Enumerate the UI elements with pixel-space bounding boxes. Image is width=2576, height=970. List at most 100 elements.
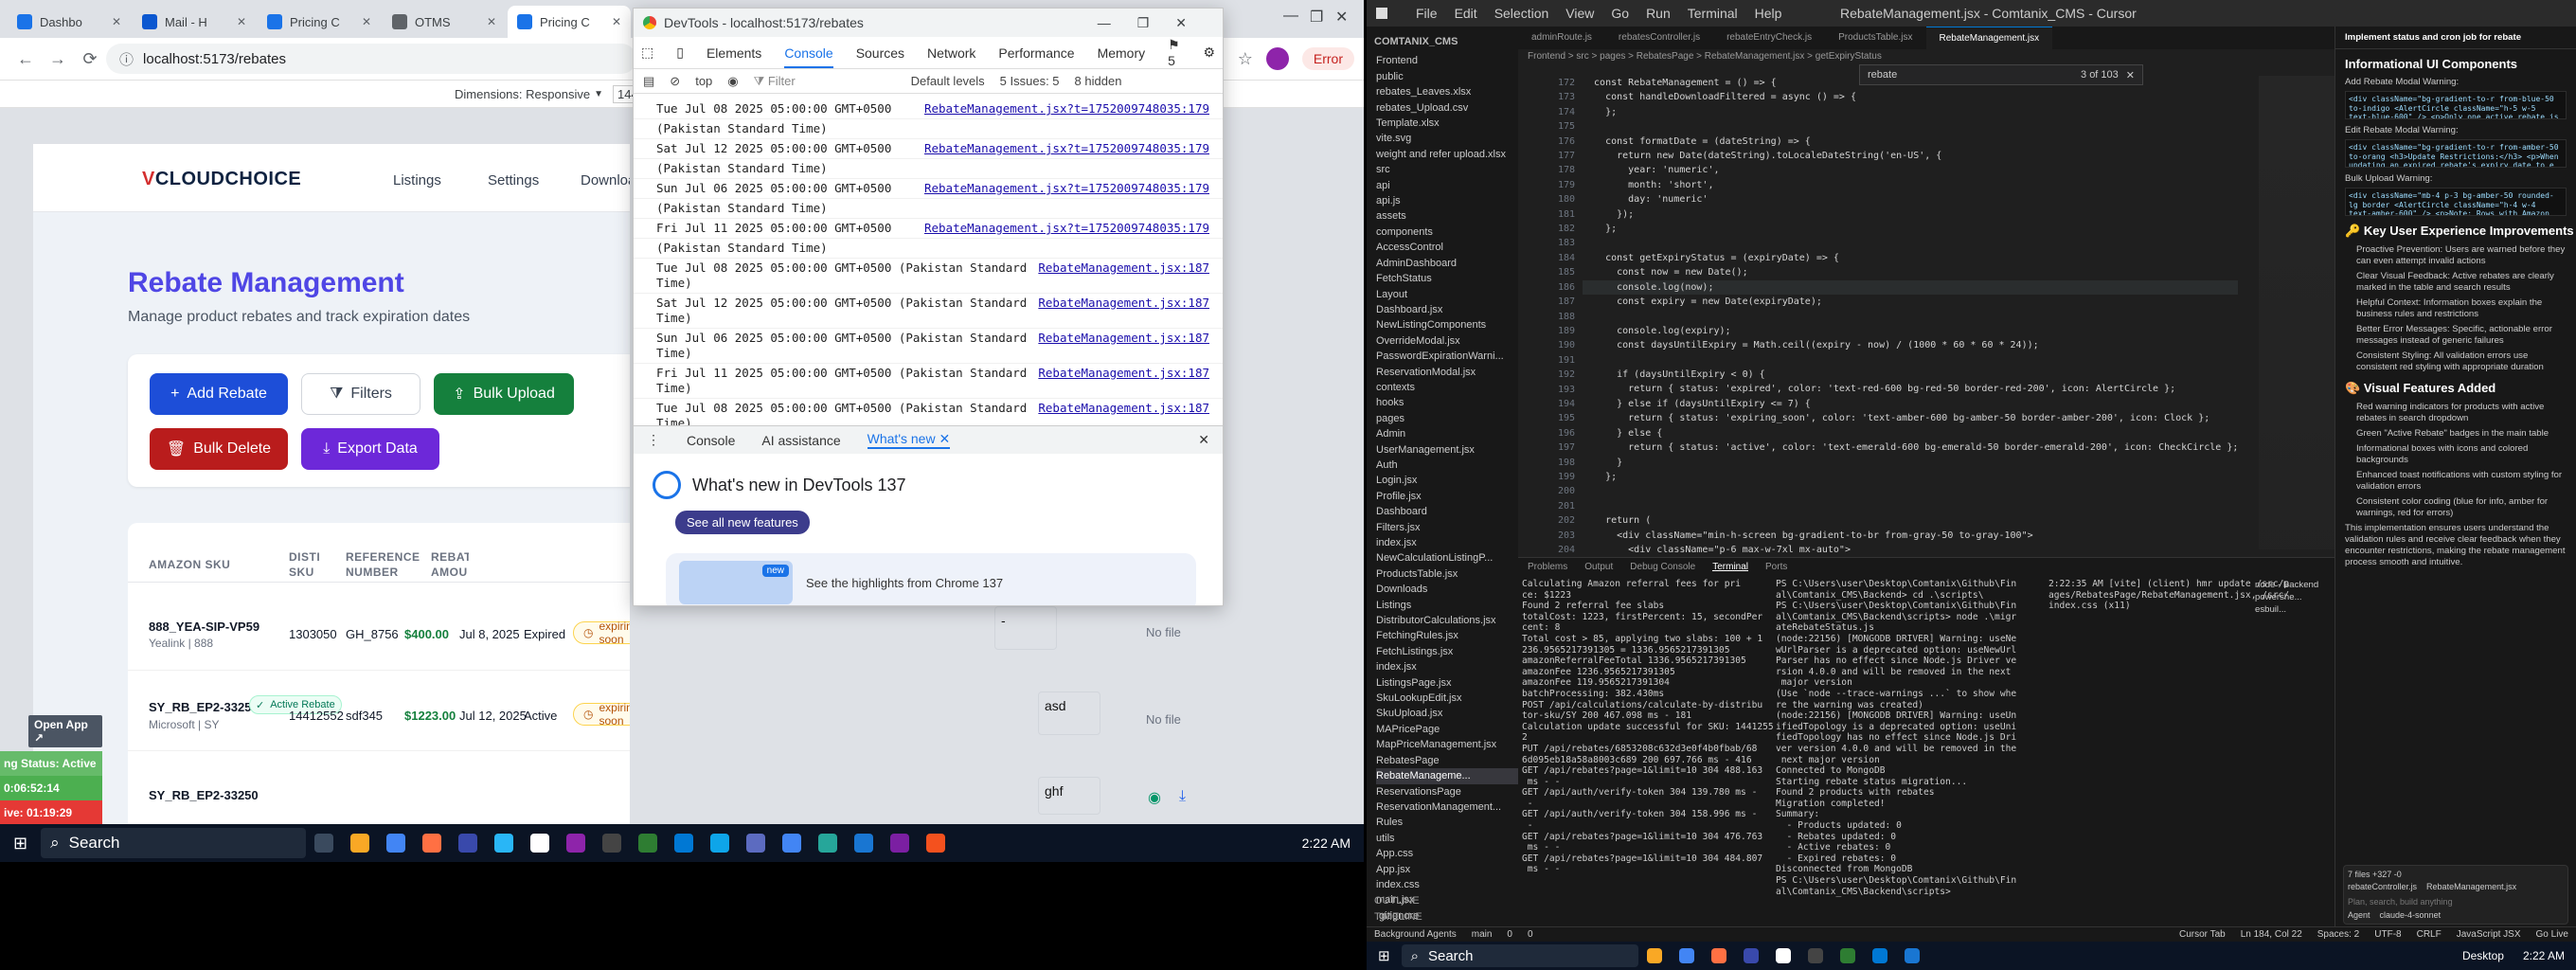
menu-file[interactable]: File xyxy=(1416,6,1438,21)
tree-item[interactable]: index.jsx xyxy=(1376,535,1518,550)
panel-tab[interactable]: Terminal xyxy=(1712,562,1749,572)
drawer-tab-console[interactable]: Console xyxy=(687,433,735,448)
tree-item[interactable]: NewListingComponents xyxy=(1376,317,1518,332)
source-link[interactable]: RebateManagement.jsx:187 xyxy=(1038,401,1209,425)
files-header[interactable]: 7 files +327 -0 xyxy=(2348,870,2564,879)
status-item[interactable]: CRLF xyxy=(2417,929,2442,940)
console-message[interactable]: (Pakistan Standard Time) xyxy=(634,239,1223,259)
app-icon[interactable] xyxy=(458,834,478,853)
tree-item[interactable]: ReservationsPage xyxy=(1376,784,1518,799)
tree-item[interactable]: Frontend xyxy=(1376,53,1518,68)
tree-item[interactable]: rebates_Leaves.xlsx xyxy=(1376,84,1518,99)
chrome-taskbar-icon[interactable] xyxy=(1678,948,1694,963)
bulk-delete-button[interactable]: 🗑 Bulk Delete xyxy=(150,428,288,470)
profile-avatar[interactable] xyxy=(1265,47,1289,70)
status-item[interactable]: Cursor Tab xyxy=(2179,929,2226,940)
tree-item[interactable]: src xyxy=(1376,162,1518,177)
nav-settings[interactable]: Settings xyxy=(488,172,539,189)
console-message[interactable]: Sun Jul 06 2025 05:00:00 GMT+0500 (Pakis… xyxy=(634,329,1223,364)
tree-item[interactable]: Dashboard xyxy=(1376,504,1518,519)
console-message[interactable]: Sat Jul 12 2025 05:00:00 GMT+0500 (Pakis… xyxy=(634,294,1223,329)
back-icon[interactable]: ← xyxy=(9,49,42,69)
windows-start-icon[interactable]: ⊞ xyxy=(13,834,27,853)
tab-memory[interactable]: Memory xyxy=(1098,45,1146,61)
maximize-icon[interactable]: ❐ xyxy=(1310,8,1323,27)
windows-start-icon[interactable]: ⊞ xyxy=(1378,947,1390,964)
taskbar-search[interactable]: ⌕ Search xyxy=(41,828,307,858)
code-content[interactable]: const RebateManagement = () => { const h… xyxy=(1583,76,2239,557)
file-chip[interactable]: rebateController.js xyxy=(2348,882,2417,891)
terminal-vite[interactable]: 2:22:35 AM [vite] (client) hmr update /s… xyxy=(2048,579,2289,612)
app-icon[interactable] xyxy=(746,834,766,853)
tree-item[interactable]: App.jsx xyxy=(1376,862,1518,877)
tree-item[interactable]: rebates_Upload.csv xyxy=(1376,100,1518,116)
issues-badge[interactable]: ⚑ 5 xyxy=(1168,37,1180,68)
drawer-tab-whats-new[interactable]: What's new ✕ xyxy=(867,431,951,449)
tree-item[interactable]: ReservationModal.jsx xyxy=(1376,365,1518,380)
notes-field[interactable]: ghf xyxy=(1038,777,1100,815)
browser-tab[interactable]: Mail - H ✕ xyxy=(133,6,256,38)
app-icon[interactable] xyxy=(530,834,550,853)
device-icon[interactable]: ▯ xyxy=(676,45,684,61)
editor-tab[interactable]: adminRoute.js xyxy=(1518,27,1605,49)
video-thumbnail[interactable]: new xyxy=(679,561,793,604)
status-item[interactable]: 0 xyxy=(1528,929,1533,940)
status-item[interactable]: Ln 184, Col 22 xyxy=(2241,929,2302,940)
notes-field[interactable]: - xyxy=(994,606,1057,650)
outline-section[interactable]: OUTLINE xyxy=(1374,893,1420,908)
error-button[interactable]: Error xyxy=(1301,47,1354,70)
tree-item[interactable]: FetchStatus xyxy=(1376,271,1518,286)
chat-code-block[interactable]: <div className="mb-4 p-3 bg-amber-50 rou… xyxy=(2345,188,2567,216)
tree-item[interactable]: vite.svg xyxy=(1376,131,1518,146)
minimap[interactable] xyxy=(2259,76,2334,549)
tree-item[interactable]: api xyxy=(1376,178,1518,193)
source-link[interactable]: RebateManagement.jsx?t=1752009748035:179 xyxy=(924,141,1209,156)
timeline-section[interactable]: TIMELINE xyxy=(1374,909,1422,925)
tree-item[interactable]: MAPricePage xyxy=(1376,722,1518,737)
tree-item[interactable]: Layout xyxy=(1376,287,1518,302)
chat-code-block[interactable]: <div className="bg-gradient-to-r from-bl… xyxy=(2345,91,2567,119)
console-message[interactable]: Sun Jul 06 2025 05:00:00 GMT+0500 RebateM… xyxy=(634,179,1223,199)
tree-item[interactable]: ListingsPage.jsx xyxy=(1376,675,1518,691)
open-app-button[interactable]: Open App ↗ xyxy=(28,715,102,747)
app-icon[interactable] xyxy=(1743,948,1759,963)
tree-item[interactable]: Rules xyxy=(1376,815,1518,830)
tree-item[interactable]: index.css xyxy=(1376,877,1518,892)
app-icon[interactable] xyxy=(926,834,946,853)
menu-help[interactable]: Help xyxy=(1755,6,1782,21)
app-icon[interactable] xyxy=(890,834,910,853)
taskbar-search[interactable]: ⌕ Search xyxy=(1401,944,1638,967)
tree-item[interactable]: FetchingRules.jsx xyxy=(1376,628,1518,643)
dimensions-dropdown[interactable]: Dimensions: Responsive xyxy=(455,87,590,101)
vscode-icon[interactable] xyxy=(1904,948,1920,963)
inspect-icon[interactable]: ⬚ xyxy=(641,45,653,61)
cursor-taskbar-icon[interactable] xyxy=(1807,948,1823,963)
status-item[interactable]: Background Agents xyxy=(1374,929,1457,940)
chrome-taskbar-icon[interactable] xyxy=(386,834,406,853)
editor-tab[interactable]: rebatesController.js xyxy=(1605,27,1713,49)
sidebar-toggle-icon[interactable]: ▤ xyxy=(643,74,654,89)
app-icon[interactable] xyxy=(818,834,838,853)
close-icon[interactable]: ✕ xyxy=(1335,8,1348,27)
tree-item[interactable]: RebateManageme... xyxy=(1376,768,1518,784)
terminal-migration[interactable]: PS C:\Users\user\Desktop\Comtanix\Github… xyxy=(1776,579,2016,897)
app-icon[interactable] xyxy=(494,834,514,853)
cursor-taskbar-icon[interactable] xyxy=(602,834,622,853)
tab-network[interactable]: Network xyxy=(927,45,975,61)
app-icon[interactable] xyxy=(422,834,442,853)
menu-view[interactable]: View xyxy=(1565,6,1594,21)
filter-input[interactable]: ⧩ Filter xyxy=(754,74,896,89)
drawer-tab-ai[interactable]: AI assistance xyxy=(761,433,840,448)
app-icon[interactable] xyxy=(566,834,586,853)
close-tab-icon[interactable]: ✕ xyxy=(237,15,246,28)
gear-icon[interactable]: ⚙ xyxy=(1203,45,1215,61)
outlook-icon[interactable] xyxy=(1871,948,1887,963)
reload-icon[interactable]: ⟳ xyxy=(74,49,106,69)
tree-item[interactable]: api.js xyxy=(1376,193,1518,208)
tree-item[interactable]: assets xyxy=(1376,208,1518,224)
source-link[interactable]: RebateManagement.jsx?t=1752009748035:179 xyxy=(924,221,1209,236)
file-chip[interactable]: RebateManagement.jsx xyxy=(2426,882,2516,891)
agent-mode-select[interactable]: Agent xyxy=(2348,910,2370,920)
console-message[interactable]: Tue Jul 08 2025 05:00:00 GMT+0500 (Pakis… xyxy=(634,259,1223,294)
tree-item[interactable]: pages xyxy=(1376,411,1518,426)
